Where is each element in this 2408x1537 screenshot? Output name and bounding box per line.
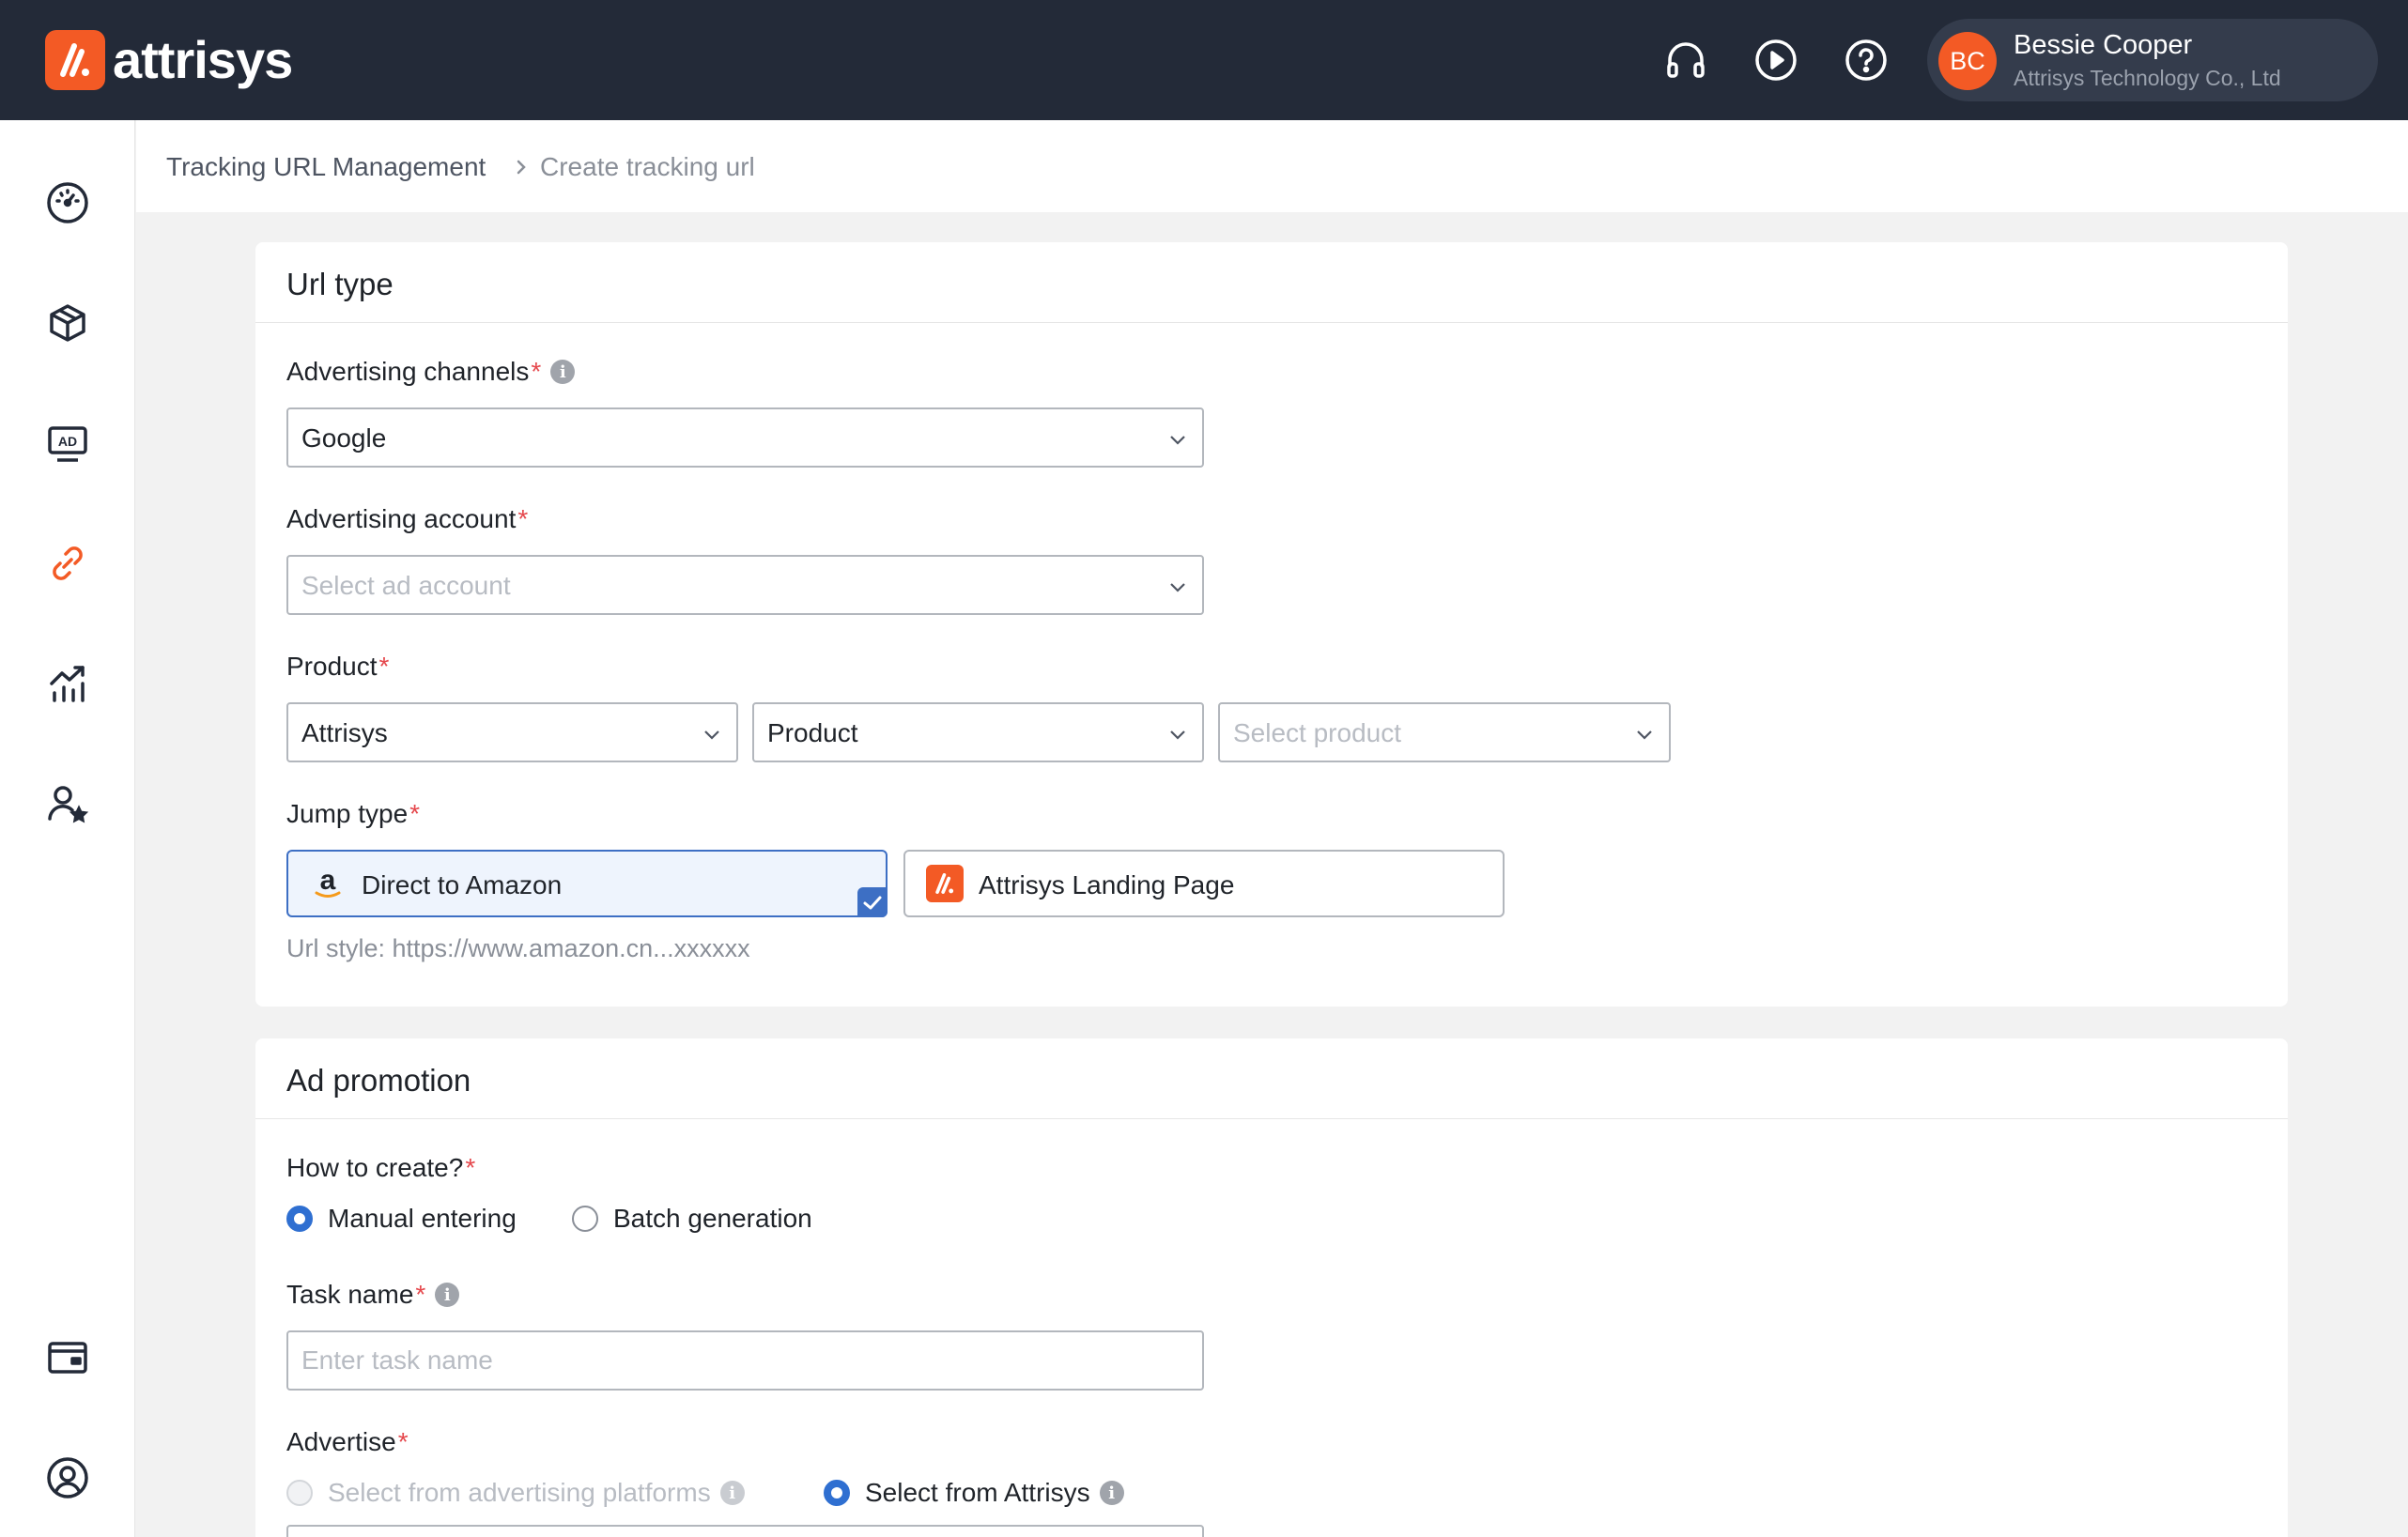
radio-selected-icon bbox=[824, 1480, 850, 1506]
url-type-card: Url type Advertising channels * i Google … bbox=[255, 242, 2288, 1007]
radio-select-from-advertising-platforms[interactable]: Select from advertising platforms i bbox=[286, 1478, 745, 1508]
user-menu[interactable]: BC Bessie Cooper Attrisys Technology Co.… bbox=[1927, 19, 2378, 101]
how-to-create-label: How to create? * bbox=[286, 1153, 476, 1182]
analytics-icon[interactable] bbox=[43, 659, 92, 708]
brand-name: attrisys bbox=[113, 30, 293, 89]
card-title: Url type bbox=[286, 267, 394, 301]
advertise-select[interactable] bbox=[286, 1525, 1204, 1537]
advertise-label: Advertise * bbox=[286, 1427, 409, 1456]
card-header: Ad promotion bbox=[255, 1038, 2288, 1119]
attrisys-logo-icon bbox=[926, 865, 964, 902]
radio-disabled-icon bbox=[286, 1480, 313, 1506]
advertising-account-select[interactable]: Select ad account bbox=[286, 555, 1204, 615]
advertising-channels-label: Advertising channels * i bbox=[286, 357, 576, 387]
info-icon[interactable]: i bbox=[435, 1283, 460, 1307]
radio-unselected-icon bbox=[572, 1206, 598, 1232]
svg-text:a: a bbox=[320, 865, 336, 896]
select-value: Product bbox=[767, 718, 858, 747]
info-icon[interactable]: i bbox=[550, 360, 576, 384]
brand-logo[interactable]: attrisys bbox=[45, 30, 293, 90]
ad-icon[interactable]: AD bbox=[43, 419, 92, 468]
check-icon bbox=[857, 887, 888, 917]
chevron-down-icon bbox=[1170, 436, 1185, 445]
amazon-logo-icon: a bbox=[309, 865, 347, 907]
radio-manual-entering[interactable]: Manual entering bbox=[286, 1204, 517, 1234]
product-type-select[interactable]: Product bbox=[752, 702, 1204, 762]
advertising-channels-select[interactable]: Google bbox=[286, 407, 1204, 468]
product-brand-select[interactable]: Attrisys bbox=[286, 702, 738, 762]
play-icon[interactable] bbox=[1752, 36, 1800, 85]
user-name: Bessie Cooper bbox=[2014, 30, 2193, 60]
radio-batch-generation[interactable]: Batch generation bbox=[572, 1204, 812, 1234]
product-select[interactable]: Select product bbox=[1218, 702, 1671, 762]
wallet-icon[interactable] bbox=[43, 1333, 92, 1382]
account-circle-icon[interactable] bbox=[43, 1453, 92, 1502]
user-organization: Attrisys Technology Co., Ltd bbox=[2014, 66, 2281, 90]
chevron-down-icon bbox=[1170, 583, 1185, 592]
breadcrumb-parent-link[interactable]: Tracking URL Management bbox=[166, 152, 486, 182]
user-star-icon[interactable] bbox=[43, 779, 92, 828]
card-header: Url type bbox=[255, 242, 2288, 323]
select-value: Attrisys bbox=[301, 718, 388, 747]
chevron-right-icon bbox=[512, 154, 531, 187]
url-style-hint: Url style: https://www.amazon.cn...xxxxx… bbox=[286, 934, 750, 962]
jump-type-label: Jump type * bbox=[286, 799, 421, 828]
radio-select-from-attrisys[interactable]: Select from Attrisys i bbox=[824, 1478, 1124, 1508]
chevron-down-icon bbox=[1170, 730, 1185, 740]
product-box-icon[interactable] bbox=[43, 299, 92, 347]
task-name-input[interactable] bbox=[286, 1330, 1204, 1391]
jump-option-attrisys-landing-page[interactable]: Attrisys Landing Page bbox=[903, 850, 1505, 917]
svg-text:AD: AD bbox=[58, 434, 77, 449]
chevron-down-icon bbox=[704, 730, 719, 740]
headset-icon[interactable] bbox=[1661, 36, 1710, 85]
ad-promotion-card: Ad promotion How to create? * Manual ente… bbox=[255, 1038, 2288, 1537]
dashboard-icon[interactable] bbox=[43, 178, 92, 227]
select-placeholder: Select product bbox=[1233, 718, 1401, 747]
top-bar: attrisys BC Bessie Cooper Attrisys Techn… bbox=[0, 0, 2408, 120]
jump-option-direct-to-amazon[interactable]: a Direct to Amazon bbox=[286, 850, 888, 917]
breadcrumb-current: Create tracking url bbox=[540, 152, 755, 181]
info-icon[interactable]: i bbox=[719, 1481, 745, 1505]
help-icon[interactable] bbox=[1842, 36, 1891, 85]
product-label: Product * bbox=[286, 652, 390, 681]
info-icon[interactable]: i bbox=[1099, 1481, 1124, 1505]
link-icon[interactable] bbox=[43, 539, 92, 588]
chevron-down-icon bbox=[1637, 730, 1652, 740]
logo-mark-icon bbox=[45, 30, 105, 90]
select-value: Google bbox=[301, 423, 387, 453]
card-title: Ad promotion bbox=[286, 1063, 471, 1098]
task-name-label: Task name * i bbox=[286, 1280, 460, 1310]
sidebar: AD bbox=[0, 120, 135, 1537]
radio-selected-icon bbox=[286, 1206, 313, 1232]
avatar: BC bbox=[1938, 32, 1997, 90]
breadcrumb: Tracking URL Management Create tracking … bbox=[136, 120, 2408, 212]
advertising-account-label: Advertising account * bbox=[286, 504, 529, 533]
select-placeholder: Select ad account bbox=[301, 571, 511, 600]
